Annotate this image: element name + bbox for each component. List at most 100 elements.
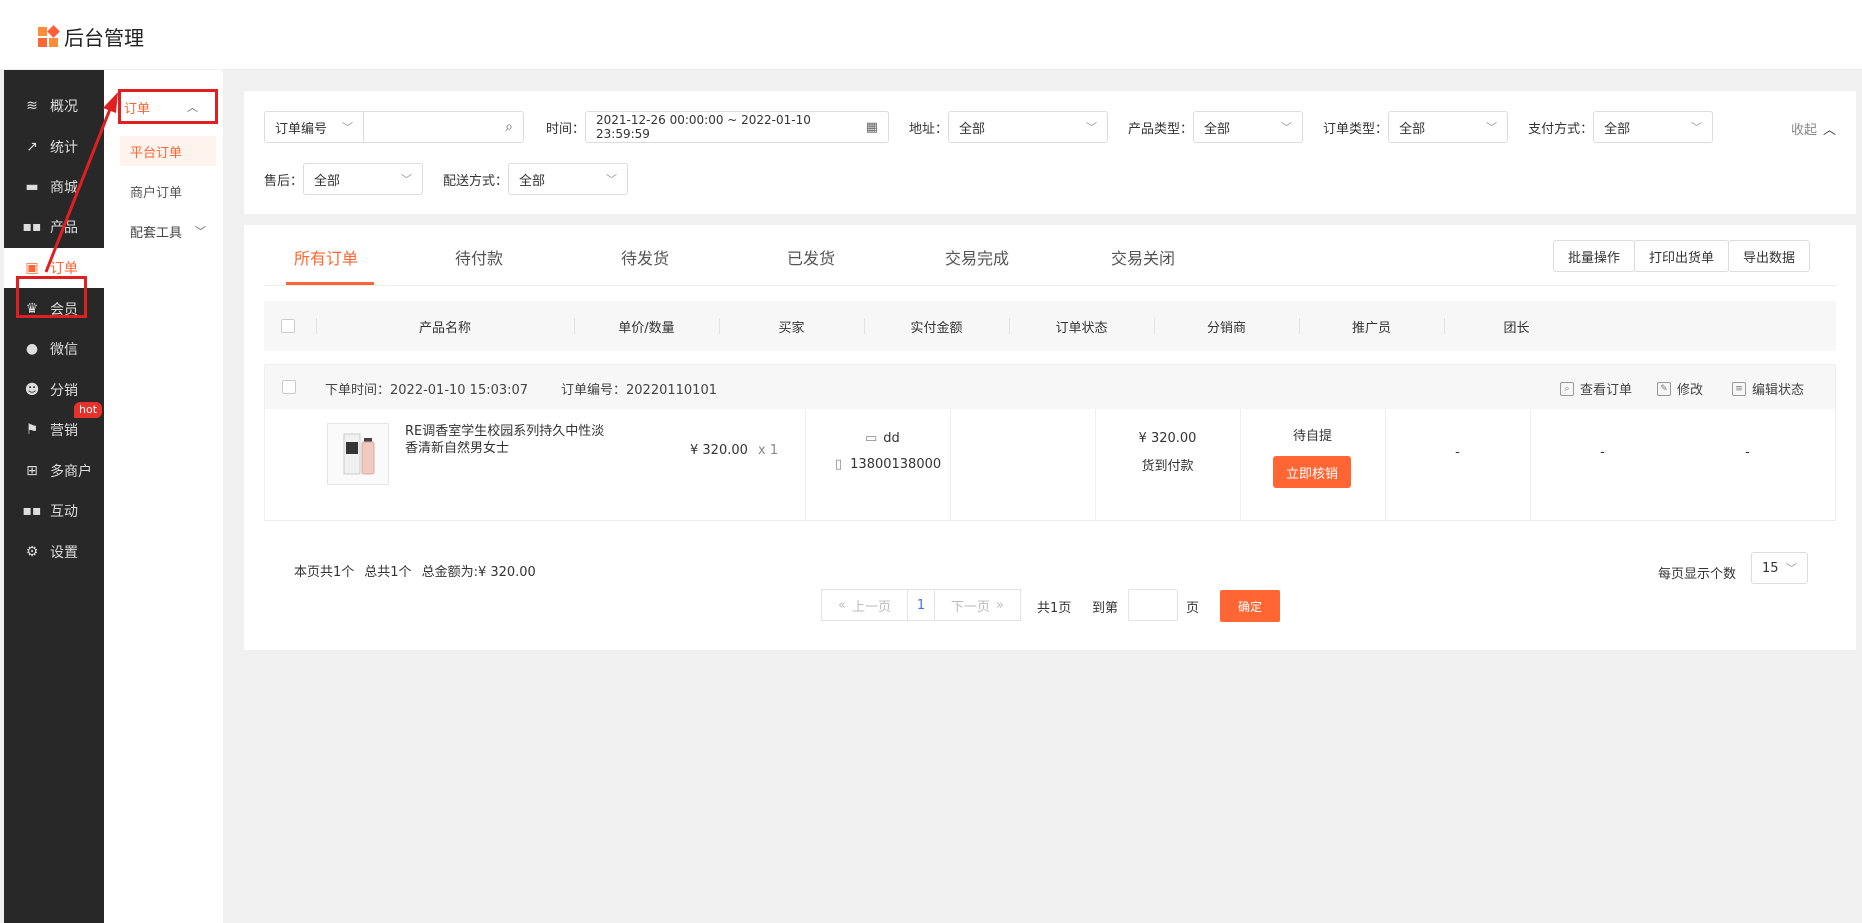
unit-price: ¥ 320.00 — [690, 443, 748, 458]
address-select[interactable]: 全部 ﹀ — [948, 111, 1109, 143]
search-icon[interactable]: ⌕ — [505, 119, 513, 135]
sidebar-item-settings[interactable]: ⚙ 设置 — [4, 532, 104, 572]
sidebar-item-overview[interactable]: ≋ 概况 — [4, 86, 104, 126]
goto-confirm-button[interactable]: 确定 — [1220, 590, 1280, 622]
address-value: 全部 — [959, 121, 986, 137]
select-all-checkbox[interactable] — [281, 319, 295, 333]
pay-method: 货到付款 — [1141, 459, 1194, 474]
page-unit-label: 页 — [1186, 601, 1200, 616]
order-type-select[interactable]: 全部 ﹀ — [1388, 111, 1509, 143]
product-type-value: 全部 — [1204, 121, 1231, 137]
annotation-box-submenu — [118, 89, 218, 124]
order-no-select-value: 订单编号 — [275, 121, 328, 137]
view-icon: ⌕ — [1560, 381, 1574, 396]
submenu-tools[interactable]: 配套工具 ﹀ — [120, 216, 216, 246]
col-buyer: 买家 — [778, 320, 805, 336]
per-page-select[interactable]: 15 ﹀ — [1751, 552, 1808, 584]
order-checkbox[interactable] — [282, 380, 296, 394]
after-sale-label: 售后： — [264, 173, 304, 189]
product-name[interactable]: RE调香室学生校园系列持久中性淡香清新自然男女士 — [405, 423, 605, 457]
tab-shipped[interactable]: 已发货 — [771, 245, 851, 269]
prev-page-label: 上一页 — [851, 599, 891, 615]
order-no-input[interactable]: ⌕ — [364, 111, 524, 143]
app-logo[interactable]: 后台管理 — [38, 22, 144, 51]
sidebar-item-marketing[interactable]: ⚑ 营销 hot — [4, 402, 104, 450]
summary-bar: 本页共1个 总共1个 总金额为:¥ 320.00 — [294, 561, 536, 580]
sidebar-item-label: 统计 — [50, 140, 78, 156]
prev-page-button[interactable]: « 上一页 — [821, 589, 908, 621]
print-shipping-button[interactable]: 打印出货单 — [1634, 240, 1730, 272]
hot-badge: hot — [74, 402, 103, 418]
product-type-select[interactable]: 全部 ﹀ — [1193, 111, 1304, 143]
after-sale-select[interactable]: 全部 ﹀ — [303, 163, 424, 195]
sidebar-item-products[interactable]: ▪▪ 产品 — [4, 207, 104, 247]
status-icon: ≡ — [1732, 381, 1746, 396]
active-tab-indicator — [286, 282, 374, 285]
edit-status-link[interactable]: ≡ 编辑状态 — [1732, 379, 1804, 398]
sidebar-item-interaction[interactable]: ▪▪ 互动 — [4, 491, 104, 531]
wechat-icon: ● — [25, 341, 39, 357]
tab-pending-shipment[interactable]: 待发货 — [605, 245, 685, 269]
goto-page-input[interactable] — [1128, 589, 1178, 621]
sidebar-item-label: 微信 — [50, 342, 78, 358]
batch-operation-button[interactable]: 批量操作 — [1553, 240, 1636, 272]
apps-icon: ▪▪ — [22, 503, 42, 519]
chevron-down-icon: ﹀ — [1786, 562, 1797, 575]
sidebar-item-stats[interactable]: ↗ 统计 — [4, 127, 104, 167]
filter-panel: 订单编号 ﹀ ⌕ 时间： 2021-12-26 00:00:00 ~ 2022-… — [244, 91, 1856, 214]
annotation-box-orders — [16, 276, 87, 318]
sidebar-item-shop[interactable]: ▬ 商城 — [4, 167, 104, 207]
chevron-down-icon: ﹀ — [1086, 121, 1098, 134]
pay-method-label: 支付方式： — [1528, 121, 1594, 137]
buyer-phone: 13800138000 — [850, 457, 942, 472]
after-sale-value: 全部 — [314, 173, 341, 189]
order-icon: ▣ — [25, 260, 39, 276]
sidebar-item-label: 多商户 — [50, 464, 92, 480]
table-header: 产品名称 单价/数量 买家 实付金额 订单状态 分销商 推广员 团长 — [264, 301, 1836, 351]
tab-completed[interactable]: 交易完成 — [937, 245, 1017, 269]
chart-icon: ↗ — [26, 139, 38, 155]
edit-order-link[interactable]: ✎ 修改 — [1657, 379, 1703, 398]
time-range-picker[interactable]: 2021-12-26 00:00:00 ~ 2022-01-10 23:59:5… — [585, 111, 890, 143]
tab-all-orders[interactable]: 所有订单 — [286, 245, 366, 269]
tab-pending-payment[interactable]: 待付款 — [439, 245, 519, 269]
order-type-value: 全部 — [1399, 121, 1426, 137]
page-1-button[interactable]: 1 — [907, 589, 935, 621]
total-amount: 总金额为:¥ 320.00 — [421, 565, 536, 580]
pay-method-select[interactable]: 全部 ﹀ — [1593, 111, 1714, 143]
col-price-qty: 单价/数量 — [618, 320, 675, 336]
view-order-link[interactable]: ⌕ 查看订单 — [1560, 379, 1632, 398]
edit-status-label: 编辑状态 — [1752, 383, 1805, 398]
product-thumbnail[interactable] — [327, 423, 389, 485]
delivery-label: 配送方式： — [443, 173, 509, 189]
next-page-button[interactable]: 下一页 » — [934, 589, 1021, 621]
verify-now-button[interactable]: 立即核销 — [1273, 456, 1351, 488]
col-paid: 实付金额 — [910, 320, 963, 336]
top-bar: 后台管理 — [0, 0, 1862, 70]
order-no-select[interactable]: 订单编号 ﹀ — [264, 111, 364, 143]
buyer-phone-row: ▯ 13800138000 — [835, 457, 941, 472]
paid-amount: ¥ 320.00 — [1138, 431, 1197, 446]
distributor-value: - — [1455, 445, 1460, 460]
sidebar-item-label: 产品 — [50, 220, 78, 236]
sidebar-item-label: 互动 — [50, 504, 78, 520]
collapse-toggle[interactable]: 收起 ︿ — [1791, 119, 1836, 138]
sidebar-item-wechat[interactable]: ● 微信 — [4, 329, 104, 369]
sidebar-item-multi-merchant[interactable]: ⊞ 多商户 — [4, 451, 104, 491]
sidebar-item-label: 分销 — [50, 383, 78, 399]
grid-icon: ▪▪ — [22, 219, 42, 235]
gear-icon: ⚙ — [25, 544, 39, 560]
total-pages: 共1页 — [1037, 601, 1072, 616]
table-row: 下单时间：2022-01-10 15:03:07 订单编号：2022011010… — [264, 364, 1836, 521]
sidebar-item-label: 概况 — [50, 99, 78, 115]
goto-label: 到第 — [1092, 601, 1119, 616]
price-qty: ¥ 320.00 x 1 — [690, 443, 778, 458]
tab-closed[interactable]: 交易关闭 — [1103, 245, 1183, 269]
submenu-item-merchant-orders[interactable]: 商户订单 — [120, 176, 216, 206]
export-data-button[interactable]: 导出数据 — [1728, 240, 1811, 272]
submenu-item-label: 平台订单 — [130, 145, 183, 161]
cell-divider — [805, 409, 806, 521]
delivery-select[interactable]: 全部 ﹀ — [508, 163, 629, 195]
submenu-item-label: 商户订单 — [130, 185, 183, 201]
submenu-item-platform-orders[interactable]: 平台订单 — [120, 136, 216, 166]
